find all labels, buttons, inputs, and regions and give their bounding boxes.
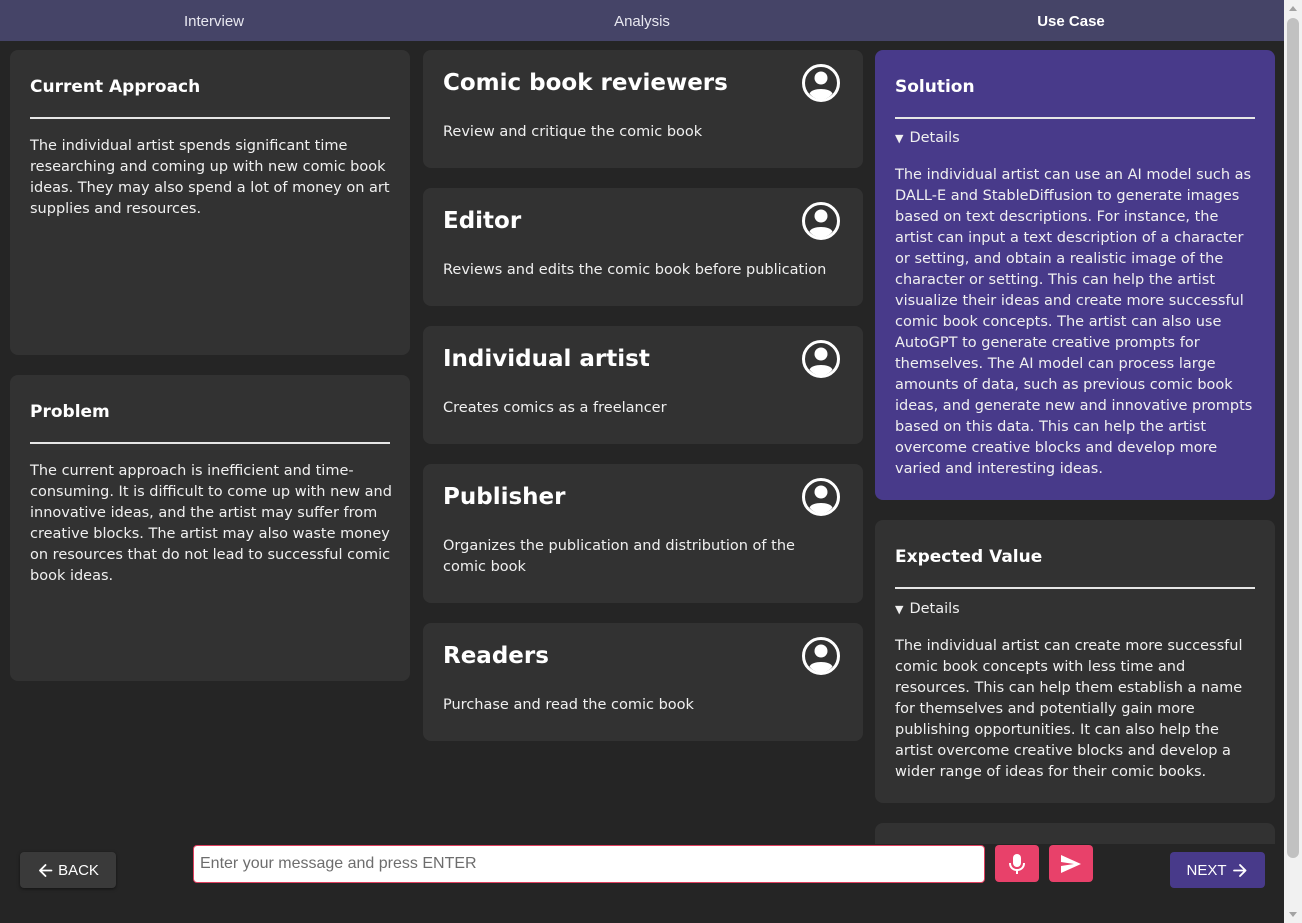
user-avatar-icon: [802, 478, 840, 516]
details-label: Details: [909, 130, 960, 146]
solution-text: The individual artist can use an AI mode…: [895, 167, 1253, 477]
back-label: BACK: [58, 861, 99, 879]
back-button[interactable]: BACK: [20, 852, 116, 888]
role-card-publisher: Publisher Organizes the publication and …: [423, 464, 863, 603]
divider: [895, 117, 1255, 119]
role-description: Review and critique the comic book: [443, 124, 703, 140]
expected-value-title: Expected Value: [895, 547, 1043, 567]
triangle-down-icon: ▼: [895, 603, 904, 616]
solution-details-toggle[interactable]: ▼ Details: [895, 130, 960, 146]
role-card-individual-artist: Individual artist Creates comics as a fr…: [423, 326, 863, 444]
role-title: Readers: [443, 643, 549, 669]
current-approach-title: Current Approach: [30, 77, 201, 97]
user-avatar-icon: [802, 340, 840, 378]
role-description: Purchase and read the comic book: [443, 697, 694, 713]
tab-use-case[interactable]: Use Case: [971, 0, 1171, 41]
role-card-readers: Readers Purchase and read the comic book: [423, 623, 863, 741]
role-description: Organizes the publication and distributi…: [443, 538, 795, 575]
expected-value-card: Expected Value ▼ Details The individual a…: [875, 520, 1275, 803]
role-card-editor: Editor Reviews and edits the comic book …: [423, 188, 863, 306]
problem-card: Problem The current approach is ineffici…: [10, 375, 410, 681]
role-title: Comic book reviewers: [443, 70, 728, 96]
divider: [895, 587, 1255, 589]
microphone-button[interactable]: [995, 845, 1039, 882]
role-card-comic-book-reviewers: Comic book reviewers Review and critique…: [423, 50, 863, 168]
solution-card: Solution ▼ Details The individual artist …: [875, 50, 1275, 500]
scroll-thumb[interactable]: [1287, 18, 1299, 858]
top-tab-bar: Interview Analysis Use Case: [0, 0, 1284, 41]
current-approach-card: Current Approach The individual artist s…: [10, 50, 410, 355]
triangle-down-icon: ▼: [895, 132, 904, 145]
next-label: NEXT: [1186, 861, 1227, 879]
solution-title: Solution: [895, 77, 975, 97]
page-scrollbar[interactable]: [1284, 0, 1302, 923]
next-card-partial: [875, 823, 1275, 844]
role-title: Individual artist: [443, 346, 650, 372]
problem-text: The current approach is inefficient and …: [30, 463, 392, 584]
scroll-down-arrow-icon[interactable]: [1289, 912, 1297, 917]
user-avatar-icon: [802, 64, 840, 102]
next-button[interactable]: NEXT: [1170, 852, 1265, 888]
tab-analysis[interactable]: Analysis: [542, 0, 742, 41]
send-icon: [1061, 854, 1081, 873]
send-button[interactable]: [1049, 845, 1093, 882]
role-description: Reviews and edits the comic book before …: [443, 262, 827, 278]
message-input[interactable]: [193, 845, 985, 883]
tab-interview[interactable]: Interview: [114, 0, 314, 41]
arrow-right-icon: [1232, 863, 1246, 877]
problem-title: Problem: [30, 402, 110, 422]
details-label: Details: [909, 601, 960, 617]
role-description: Creates comics as a freelancer: [443, 400, 667, 416]
expected-value-text: The individual artist can create more su…: [895, 638, 1243, 780]
role-title: Publisher: [443, 484, 566, 510]
divider: [30, 117, 390, 119]
arrow-left-icon: [39, 863, 53, 877]
user-avatar-icon: [802, 202, 840, 240]
scroll-up-arrow-icon[interactable]: [1289, 6, 1297, 11]
expected-value-details-toggle[interactable]: ▼ Details: [895, 601, 960, 617]
role-title: Editor: [443, 208, 522, 234]
divider: [30, 442, 390, 444]
current-approach-text: The individual artist spends significant…: [30, 138, 390, 217]
user-avatar-icon: [802, 637, 840, 675]
microphone-icon: [1009, 853, 1025, 874]
